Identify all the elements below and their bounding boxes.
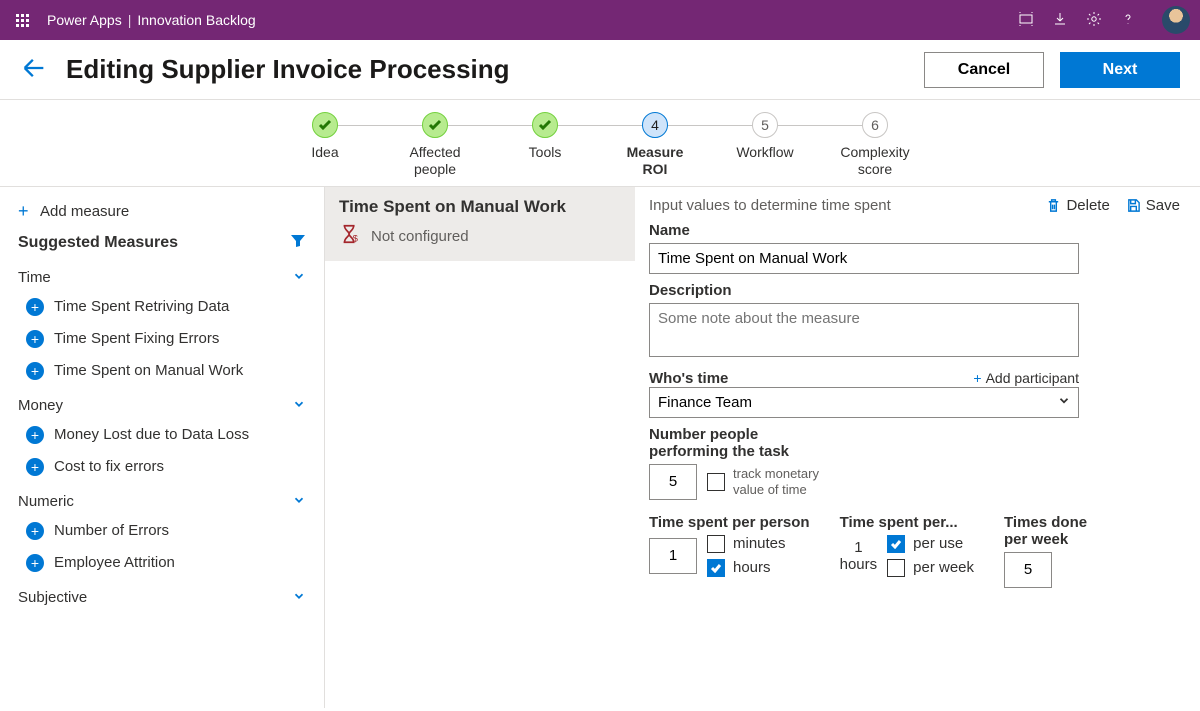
measure-card[interactable]: Time Spent on Manual Work $ Not configur… xyxy=(325,187,635,261)
chevron-down-icon xyxy=(292,269,306,287)
per-week-label: per week xyxy=(913,559,974,576)
measure-card-status: Not configured xyxy=(371,228,469,245)
description-label: Description xyxy=(649,282,1180,299)
time-spent-per-static: 1 hours xyxy=(840,539,878,573)
app-launcher-icon[interactable] xyxy=(10,8,35,33)
save-button[interactable]: Save xyxy=(1126,197,1180,214)
back-arrow-icon[interactable] xyxy=(20,54,48,85)
add-circle-icon: + xyxy=(26,362,44,380)
measure-card-title: Time Spent on Manual Work xyxy=(339,197,621,217)
time-per-person-input[interactable] xyxy=(649,538,697,574)
num-people-input[interactable] xyxy=(649,464,697,500)
group-header[interactable]: Subjective xyxy=(0,579,324,611)
add-participant-button[interactable]: + Add participant xyxy=(973,370,1079,386)
name-input[interactable] xyxy=(649,243,1079,274)
step-1[interactable]: Idea xyxy=(270,112,380,161)
whos-time-select[interactable]: Finance Team xyxy=(649,387,1079,418)
svg-text:$: $ xyxy=(353,233,358,243)
add-circle-icon: + xyxy=(26,458,44,476)
times-done-input[interactable] xyxy=(1004,552,1052,588)
suggested-measure-item[interactable]: +Time Spent Retriving Data xyxy=(0,291,324,323)
suggested-measure-item[interactable]: +Cost to fix errors xyxy=(0,451,324,483)
per-use-label: per use xyxy=(913,535,963,552)
save-icon xyxy=(1126,198,1141,213)
step-4[interactable]: 4Measure ROI xyxy=(600,112,710,178)
brand-label: Power Apps|Innovation Backlog xyxy=(47,12,256,28)
top-bar-actions xyxy=(1018,6,1190,34)
suggested-measures-header: Suggested Measures xyxy=(0,228,324,259)
chevron-down-icon xyxy=(292,397,306,415)
group-header[interactable]: Numeric xyxy=(0,483,324,515)
fit-icon[interactable] xyxy=(1018,11,1034,30)
add-circle-icon: + xyxy=(26,298,44,316)
add-circle-icon: + xyxy=(26,554,44,572)
plus-icon: + xyxy=(18,201,40,222)
suggested-measure-item[interactable]: +Time Spent on Manual Work xyxy=(0,355,324,387)
time-per-person-label: Time spent per person xyxy=(649,514,810,531)
per-use-checkbox[interactable] xyxy=(887,535,905,553)
add-circle-icon: + xyxy=(26,522,44,540)
add-circle-icon: + xyxy=(26,426,44,444)
times-done-label: Times done per week xyxy=(1004,514,1087,548)
suggested-measure-item[interactable]: +Time Spent Fixing Errors xyxy=(0,323,324,355)
step-3[interactable]: Tools xyxy=(490,112,600,161)
download-icon[interactable] xyxy=(1052,11,1068,30)
chevron-down-icon xyxy=(292,493,306,511)
hours-label: hours xyxy=(733,559,771,576)
hourglass-money-icon: $ xyxy=(339,223,361,251)
page-header: Editing Supplier Invoice Processing Canc… xyxy=(0,40,1200,100)
time-spent-per-label: Time spent per... xyxy=(840,514,974,531)
group-header[interactable]: Money xyxy=(0,387,324,419)
add-circle-icon: + xyxy=(26,330,44,348)
add-measure-button[interactable]: + Add measure xyxy=(0,195,324,228)
chevron-down-icon xyxy=(292,589,306,607)
group-header[interactable]: Time xyxy=(0,259,324,291)
track-monetary-checkbox[interactable] xyxy=(707,473,725,491)
step-2[interactable]: Affected people xyxy=(380,112,490,178)
per-week-checkbox[interactable] xyxy=(887,559,905,577)
selected-measure-column: Time Spent on Manual Work $ Not configur… xyxy=(325,187,635,708)
num-people-label: Number people performing the task xyxy=(649,426,1180,460)
add-measure-label: Add measure xyxy=(40,203,129,220)
app-top-bar: Power Apps|Innovation Backlog xyxy=(0,0,1200,40)
filter-icon[interactable] xyxy=(290,234,306,253)
cancel-button[interactable]: Cancel xyxy=(924,52,1044,88)
description-input[interactable] xyxy=(649,303,1079,357)
suggested-measure-item[interactable]: +Number of Errors xyxy=(0,515,324,547)
minutes-checkbox[interactable] xyxy=(707,535,725,553)
delete-button[interactable]: Delete xyxy=(1046,197,1109,214)
step-6[interactable]: 6Complexity score xyxy=(820,112,930,178)
step-5[interactable]: 5Workflow xyxy=(710,112,820,161)
sidebar: + Add measure Suggested Measures Time+Ti… xyxy=(0,187,325,708)
panel-subtitle: Input values to determine time spent xyxy=(649,197,1046,214)
gear-icon[interactable] xyxy=(1086,11,1102,30)
trash-icon xyxy=(1046,198,1061,213)
form-panel: Input values to determine time spent Del… xyxy=(635,187,1200,708)
track-monetary-label: track monetary value of time xyxy=(733,466,819,497)
avatar[interactable] xyxy=(1162,6,1190,34)
next-button[interactable]: Next xyxy=(1060,52,1180,88)
suggested-measure-item[interactable]: +Money Lost due to Data Loss xyxy=(0,419,324,451)
page-title: Editing Supplier Invoice Processing xyxy=(66,54,924,85)
whos-time-label: Who's time xyxy=(649,370,728,387)
help-icon[interactable] xyxy=(1120,11,1136,30)
wizard-stepper: IdeaAffected peopleTools4Measure ROI5Wor… xyxy=(0,100,1200,187)
plus-icon: + xyxy=(973,370,981,386)
hours-checkbox[interactable] xyxy=(707,559,725,577)
name-label: Name xyxy=(649,222,1180,239)
suggested-measure-item[interactable]: +Employee Attrition xyxy=(0,547,324,579)
minutes-label: minutes xyxy=(733,535,786,552)
